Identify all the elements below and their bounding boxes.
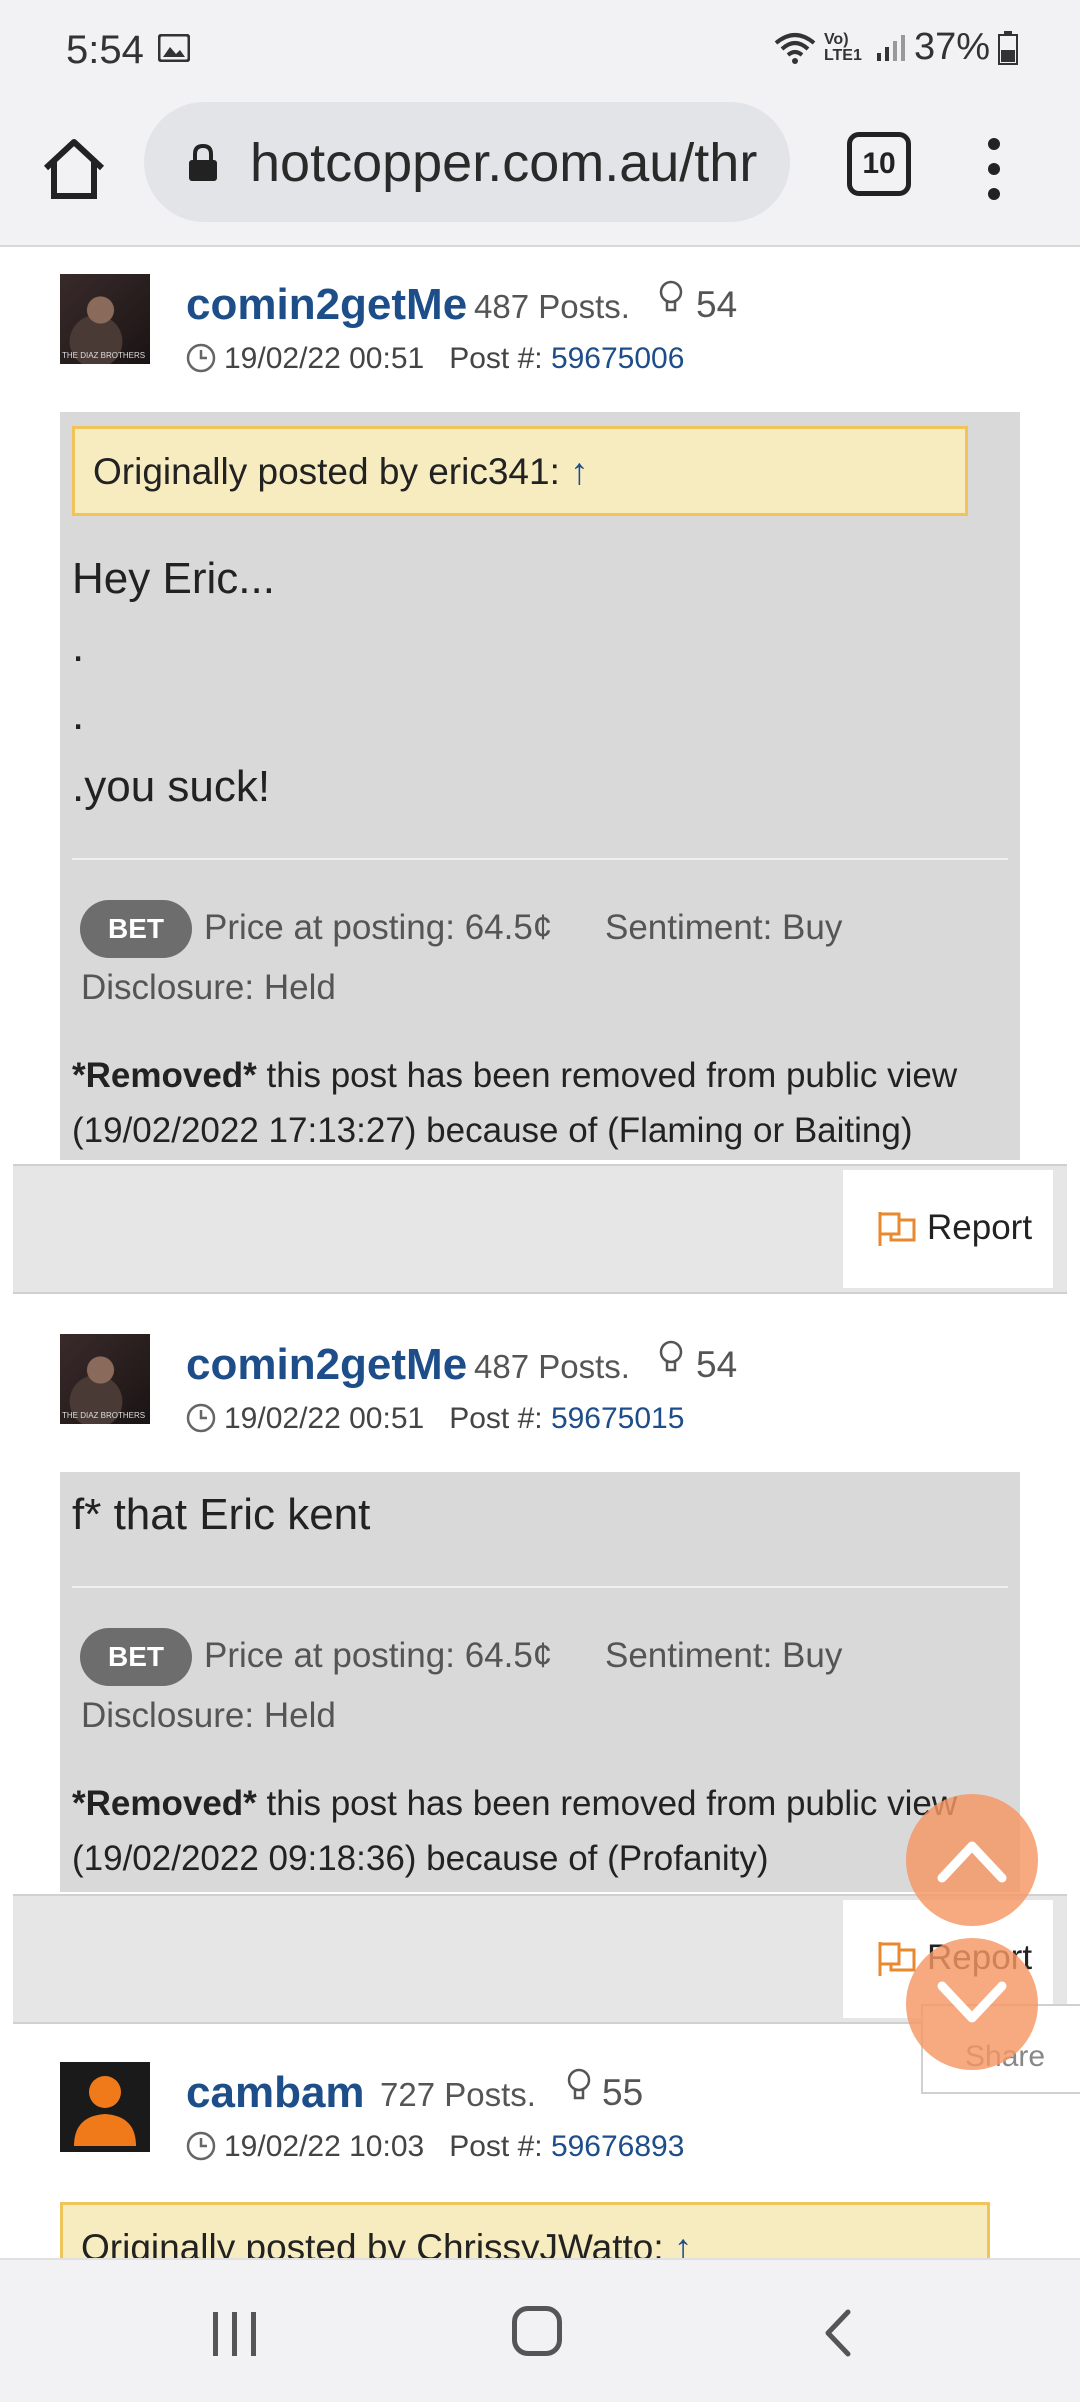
post-date: 19/02/22 00:51 [224,342,425,375]
post-body: Originally posted by eric341: ↑ Hey Eric… [60,412,1020,1160]
lightbulb-icon [567,2068,591,2100]
post-body: f* that Eric kent BET Price at posting: … [60,1472,1020,1892]
avatar[interactable]: THE DIAZ BROTHERS [60,274,150,364]
disclosure: Disclosure: Held [81,1696,336,1735]
removed-label: *Removed* [72,1784,257,1823]
likes-count: 54 [696,1344,738,1385]
username[interactable]: comin2getMe [186,1340,467,1390]
post-number-label: Post #: [449,1402,543,1435]
home-icon[interactable] [40,134,108,202]
price-at-posting: Price at posting: 64.5¢ [204,908,553,947]
browser-toolbar: hotcopper.com.au/thr 10 [0,100,1080,247]
post-text-line: . [72,622,85,671]
post-meta: 19/02/22 00:51 Post #: 59675006 [186,342,684,376]
network-label: Vo) LTE1 [823,30,862,64]
report-label: Report [927,1208,1033,1247]
post-number-link[interactable]: 59675015 [551,1402,684,1435]
post-text-line: Hey Eric... [72,554,275,603]
post-date: 19/02/22 00:51 [224,1402,425,1435]
scroll-down-button[interactable] [906,1938,1038,2070]
removed-label: *Removed* [72,1056,257,1095]
post-text-line: .you suck! [72,762,271,811]
removed-notice: *Removed* this post has been removed fro… [72,1048,1022,1158]
posts-count: 487 Posts. [474,1348,630,1385]
username[interactable]: cambam [186,2068,365,2118]
more-options-icon[interactable] [980,134,1008,204]
quote-box: Originally posted by eric341: ↑ [72,426,968,516]
post-text-line: . [72,690,85,739]
sentiment: Sentiment: Buy [605,1636,843,1675]
removed-notice: *Removed* this post has been removed fro… [72,1776,1022,1886]
divider [72,1586,1008,1588]
default-user-icon [74,2076,136,2146]
post-number-link[interactable]: 59675006 [551,342,684,375]
status-bar: 5:54 Vo) LTE1 37% [0,0,1080,100]
recents-icon[interactable] [210,2310,260,2358]
home-nav-icon[interactable] [512,2306,562,2356]
post-number-label: Post #: [449,342,543,375]
posts-count: 727 Posts. [380,2076,536,2113]
post-meta: 19/02/22 10:03 Post #: 59676893 [186,2130,684,2164]
gallery-icon [158,34,190,62]
divider [72,858,1008,860]
sentiment: Sentiment: Buy [605,908,843,947]
clock-icon [186,343,216,373]
signal-icon [876,34,905,61]
lightbulb-icon [659,1340,683,1372]
url-text: hotcopper.com.au/thr [250,133,758,193]
avatar[interactable] [60,2062,150,2152]
chevron-down-icon [937,1981,1007,2023]
status-time: 5:54 [66,28,144,72]
report-button[interactable]: Report [843,1170,1053,1288]
username[interactable]: comin2getMe [186,280,467,330]
stock-code-badge[interactable]: BET [80,1628,192,1686]
post-meta: 19/02/22 00:51 Post #: 59675015 [186,1402,684,1436]
chevron-up-icon [937,1841,1007,1883]
lock-icon [189,144,217,181]
scroll-up-button[interactable] [906,1794,1038,1926]
avatar[interactable]: THE DIAZ BROTHERS [60,1334,150,1424]
clock-icon [186,2131,216,2161]
quote-link-arrow[interactable]: ↑ [570,451,589,492]
post-text-line: f* that Eric kent [72,1490,371,1539]
post-actions: Report [13,1164,1067,1294]
system-navigation-bar [0,2258,1080,2402]
stock-code-badge[interactable]: BET [80,900,192,958]
tab-switcher-button[interactable]: 10 [847,132,911,196]
disclosure: Disclosure: Held [81,968,336,1007]
lightbulb-icon [659,280,683,312]
address-bar[interactable]: hotcopper.com.au/thr [144,102,790,222]
price-at-posting: Price at posting: 64.5¢ [204,1636,553,1675]
post-number-link[interactable]: 59676893 [551,2130,684,2163]
status-indicators: Vo) LTE1 37% [774,26,1018,69]
wifi-icon [774,32,816,64]
clock-icon [186,1403,216,1433]
post-date: 19/02/22 10:03 [224,2130,425,2163]
flag-icon [878,1212,916,1246]
posts-count: 487 Posts. [474,288,630,325]
flag-icon [878,1942,916,1976]
likes-count: 54 [696,284,738,325]
back-icon[interactable] [822,2308,852,2358]
battery-icon [998,30,1018,65]
battery-percent: 37% [913,26,990,68]
post-number-label: Post #: [449,2130,543,2163]
quote-author: Originally posted by eric341: [93,451,560,492]
likes-count: 55 [602,2072,644,2113]
